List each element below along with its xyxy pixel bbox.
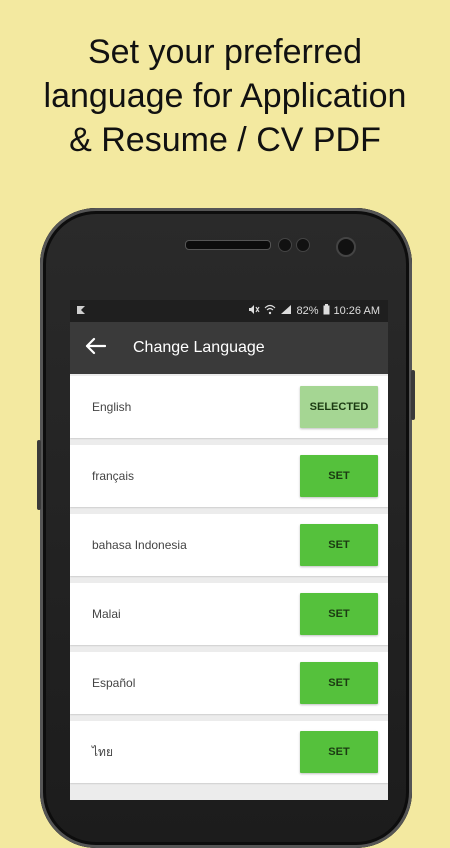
status-time: 10:26 AM — [333, 305, 380, 317]
language-row-thai: ไทย SET — [70, 721, 388, 783]
set-button[interactable]: SET — [300, 593, 378, 635]
phone-screen: 82% 10:26 AM Change Language English SEL… — [70, 300, 388, 800]
set-button[interactable]: SET — [300, 455, 378, 497]
phone-side-button-left — [37, 440, 41, 510]
set-button[interactable]: SET — [300, 524, 378, 566]
mute-icon — [248, 304, 260, 318]
language-row-francais: français SET — [70, 445, 388, 507]
promo-headline: Set your preferred language for Applicat… — [0, 30, 450, 162]
headline-line-3: & Resume / CV PDF — [69, 121, 381, 159]
language-row-espanol: Español SET — [70, 652, 388, 714]
battery-icon — [323, 304, 330, 318]
headline-line-1: Set your preferred — [87, 33, 363, 71]
set-button[interactable]: SET — [300, 662, 378, 704]
selected-button[interactable]: SELECTED — [300, 386, 378, 428]
status-bar: 82% 10:26 AM — [70, 300, 388, 322]
phone-sensor — [278, 238, 292, 252]
language-row-english: English SELECTED — [70, 376, 388, 438]
language-list: English SELECTED français SET bahasa Ind… — [70, 374, 388, 783]
language-row-bahasa-indonesia: bahasa Indonesia SET — [70, 514, 388, 576]
phone-sensor — [296, 238, 310, 252]
page-title: Change Language — [133, 339, 265, 356]
language-row-malai: Malai SET — [70, 583, 388, 645]
phone-speaker — [185, 240, 271, 250]
language-name: bahasa Indonesia — [92, 538, 187, 552]
app-bar: Change Language — [70, 322, 388, 374]
set-button[interactable]: SET — [300, 731, 378, 773]
battery-percentage: 82% — [296, 305, 319, 317]
language-name: Español — [92, 676, 136, 690]
language-name: ไทย — [92, 744, 113, 759]
phone-side-button-right — [411, 370, 415, 420]
headline-line-2: language for Application — [43, 77, 407, 115]
signal-icon — [280, 304, 292, 318]
phone-camera — [336, 237, 356, 257]
wifi-icon — [264, 304, 276, 318]
language-name: Malai — [92, 607, 121, 621]
back-button[interactable] — [70, 322, 120, 374]
language-name: English — [92, 400, 132, 414]
arrow-left-icon — [84, 337, 107, 360]
notification-icon — [76, 305, 86, 318]
language-name: français — [92, 469, 135, 483]
